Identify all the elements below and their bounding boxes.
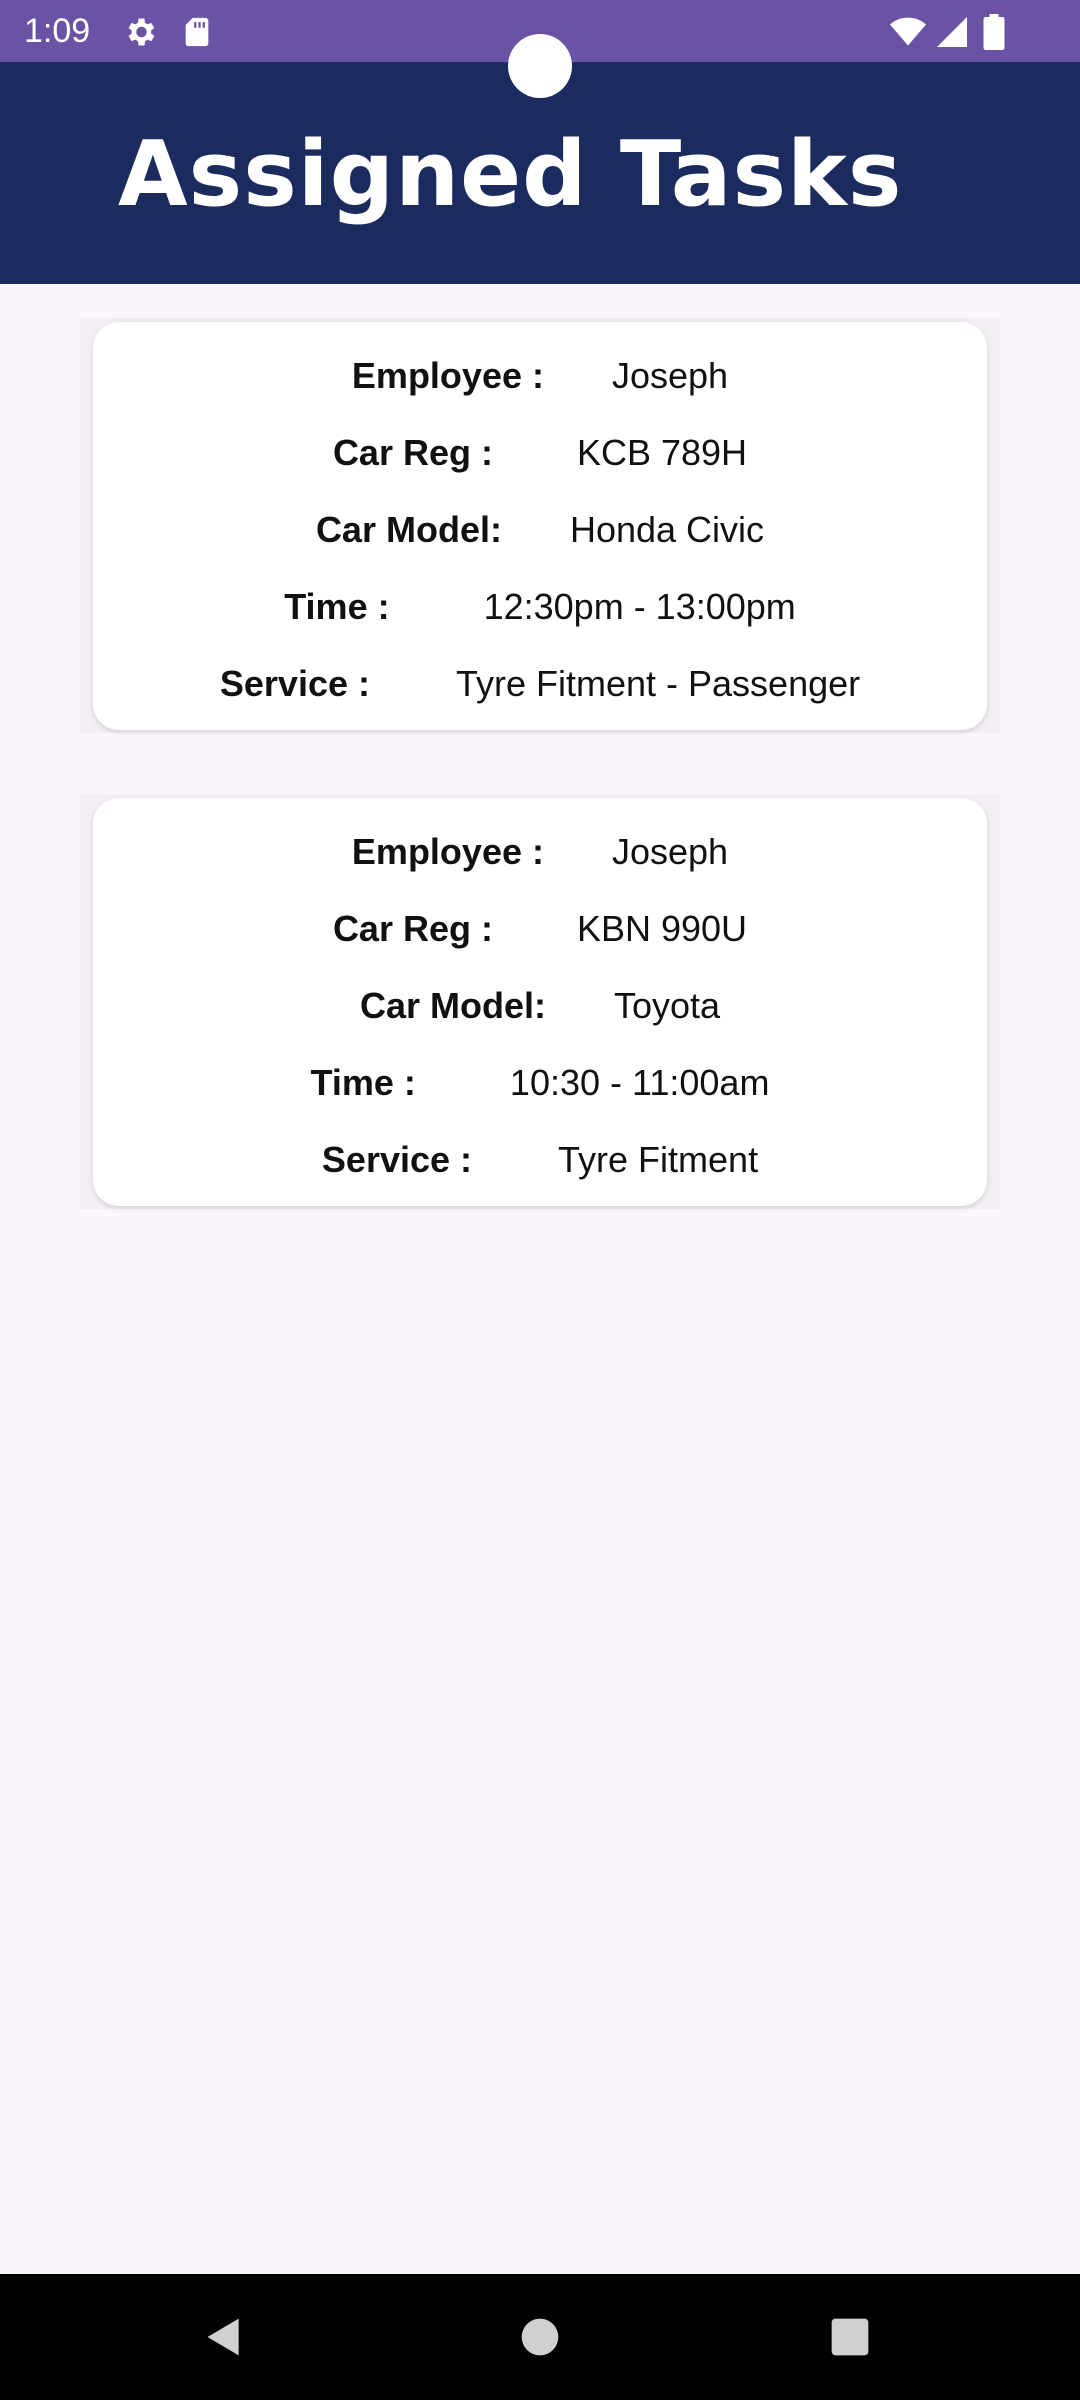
- camera-cutout: [508, 34, 572, 98]
- time-value: 10:30 - 11:00am: [509, 1062, 770, 1103]
- service-row: Service : Tyre Fitment: [93, 1135, 987, 1185]
- sd-card-icon: [180, 14, 214, 55]
- car-reg-label: Car Reg :: [332, 432, 493, 473]
- time-row: Time : 12:30pm - 13:00pm: [93, 582, 987, 632]
- car-model-label: Car Model:: [359, 985, 546, 1026]
- back-icon[interactable]: [202, 2315, 246, 2364]
- service-label: Service :: [321, 1139, 473, 1180]
- home-icon[interactable]: [518, 2315, 562, 2364]
- car-reg-label: Car Reg :: [332, 908, 493, 949]
- car-model-row: Car Model: Honda Civic: [93, 505, 987, 555]
- recents-icon[interactable]: [828, 2315, 872, 2364]
- car-model-value: Toyota: [613, 985, 721, 1026]
- car-model-value: Honda Civic: [569, 509, 765, 550]
- employee-label: Employee :: [351, 831, 544, 872]
- battery-icon: [982, 14, 1006, 55]
- time-label: Time :: [284, 586, 390, 627]
- car-reg-row: Car Reg : KCB 789H: [93, 428, 987, 478]
- status-time: 1:09: [24, 12, 91, 50]
- service-row: Service : Tyre Fitment - Passenger: [93, 659, 987, 709]
- service-label: Service :: [219, 663, 370, 704]
- task-card[interactable]: Employee : Joseph Car Reg : KCB 789H Car…: [93, 322, 987, 730]
- car-model-label: Car Model:: [315, 509, 502, 550]
- settings-icon: [122, 14, 158, 55]
- car-reg-value: KBN 990U: [576, 908, 748, 949]
- time-row: Time : 10:30 - 11:00am: [93, 1058, 987, 1108]
- task-card-container: Employee : Joseph Car Reg : KBN 990U Car…: [80, 794, 1000, 1209]
- service-value: Tyre Fitment: [558, 1139, 759, 1180]
- page-title: Assigned Tasks: [118, 122, 903, 227]
- time-label: Time :: [310, 1062, 416, 1103]
- time-value: 12:30pm - 13:00pm: [483, 586, 796, 627]
- task-card[interactable]: Employee : Joseph Car Reg : KBN 990U Car…: [93, 798, 987, 1206]
- employee-label: Employee :: [351, 355, 544, 396]
- car-model-row: Car Model: Toyota: [93, 981, 987, 1031]
- employee-row: Employee : Joseph: [93, 827, 987, 877]
- service-value: Tyre Fitment - Passenger: [455, 663, 861, 704]
- employee-row: Employee : Joseph: [93, 351, 987, 401]
- cellular-signal-icon: [934, 14, 970, 55]
- employee-value: Joseph: [611, 355, 729, 396]
- wifi-icon: [888, 14, 928, 55]
- employee-value: Joseph: [611, 831, 729, 872]
- task-card-container: Employee : Joseph Car Reg : KCB 789H Car…: [80, 318, 1000, 733]
- car-reg-value: KCB 789H: [576, 432, 748, 473]
- car-reg-row: Car Reg : KBN 990U: [93, 904, 987, 954]
- system-nav-bar: [0, 2274, 1080, 2400]
